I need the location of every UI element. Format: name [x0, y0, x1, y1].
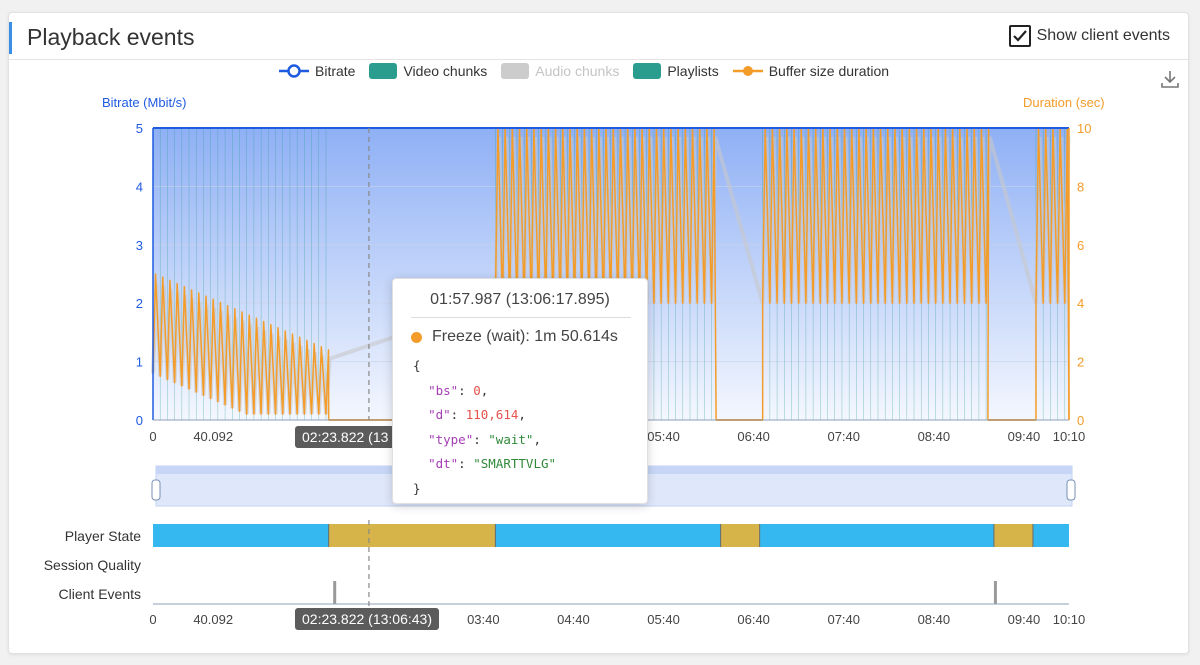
x-tick-label: 40.092 — [193, 612, 233, 627]
track-label-player-state: Player State — [64, 528, 141, 544]
x-tick-label: 40.092 — [193, 429, 233, 444]
x-tick-label: 08:40 — [918, 429, 951, 444]
player-state-segment — [328, 524, 496, 547]
left-tick-label: 1 — [136, 355, 143, 370]
player-state-segment — [720, 524, 760, 547]
freeze-dot-icon — [411, 331, 422, 343]
json-value: 0 — [473, 382, 481, 398]
x-tick-label: 07:40 — [827, 429, 860, 444]
x-tick-label: 10:10 — [1053, 612, 1086, 627]
left-tick-label: 0 — [136, 413, 143, 428]
zoom-handle-left — [151, 479, 161, 501]
right-tick-label: 10 — [1077, 121, 1091, 136]
player-state-segment — [993, 524, 1033, 547]
tooltip-divider — [411, 317, 631, 318]
tooltip-event-label: Freeze (wait): 1m 50.614s — [432, 328, 618, 345]
json-close: } — [413, 480, 421, 496]
right-tick-label: 2 — [1077, 355, 1084, 370]
left-tick-label: 2 — [136, 296, 143, 311]
left-tick-label: 3 — [136, 238, 143, 253]
json-key: "dt" — [428, 456, 459, 471]
right-tick-label: 4 — [1077, 296, 1084, 311]
left-tick-label: 4 — [136, 179, 143, 194]
right-tick-label: 8 — [1077, 179, 1084, 194]
x-tick-label: 10:10 — [1053, 429, 1086, 444]
x-tick-label: 05:40 — [647, 429, 680, 444]
x-tick-label: 09:40 — [1008, 612, 1041, 627]
left-tick-label: 5 — [136, 121, 143, 136]
json-key: "bs" — [428, 382, 459, 398]
json-value: "SMARTTVLG" — [473, 456, 557, 471]
tooltip-json: { "bs": 0, "d": 110,614, "type": "wait",… — [413, 358, 557, 496]
x-tick-label: 05:40 — [647, 612, 680, 627]
x-tick-label: 08:40 — [918, 612, 951, 627]
json-open: { — [413, 358, 421, 373]
right-tick-label: 6 — [1077, 238, 1084, 253]
x-tick-label: 03:40 — [467, 612, 500, 627]
tooltip-event: Freeze (wait): 1m 50.614s — [411, 328, 647, 346]
json-value: "wait" — [488, 431, 534, 447]
json-value: 110,614 — [465, 407, 519, 422]
json-key: "type" — [428, 431, 474, 447]
x-tick-label: 09:40 — [1008, 429, 1041, 444]
player-state-segment — [495, 524, 721, 547]
event-tooltip: 01:57.987 (13:06:17.895) Freeze (wait): … — [392, 278, 648, 504]
cursor-time-marker-chart: 02:23.822 (13 — [295, 426, 396, 448]
cursor-time-marker-track: 02:23.822 (13:06:43) — [295, 608, 439, 630]
zoom-handle-right — [1066, 479, 1076, 501]
player-state-segment — [759, 524, 994, 547]
x-tick-label: 07:40 — [827, 612, 860, 627]
x-tick-label: 06:40 — [737, 429, 770, 444]
right-tick-label: 0 — [1077, 413, 1084, 428]
track-label-client-events: Client Events — [58, 586, 141, 602]
x-tick-label: 06:40 — [737, 612, 770, 627]
x-tick-label: 0 — [149, 429, 156, 444]
x-tick-label: 0 — [149, 612, 156, 627]
x-tick-label: 04:40 — [557, 612, 590, 627]
tooltip-time: 01:57.987 (13:06:17.895) — [430, 291, 610, 308]
player-state-segment — [153, 524, 329, 547]
player-state-segment — [1032, 524, 1069, 547]
track-label-session-quality: Session Quality — [43, 557, 141, 573]
json-key: "d" — [428, 407, 451, 422]
